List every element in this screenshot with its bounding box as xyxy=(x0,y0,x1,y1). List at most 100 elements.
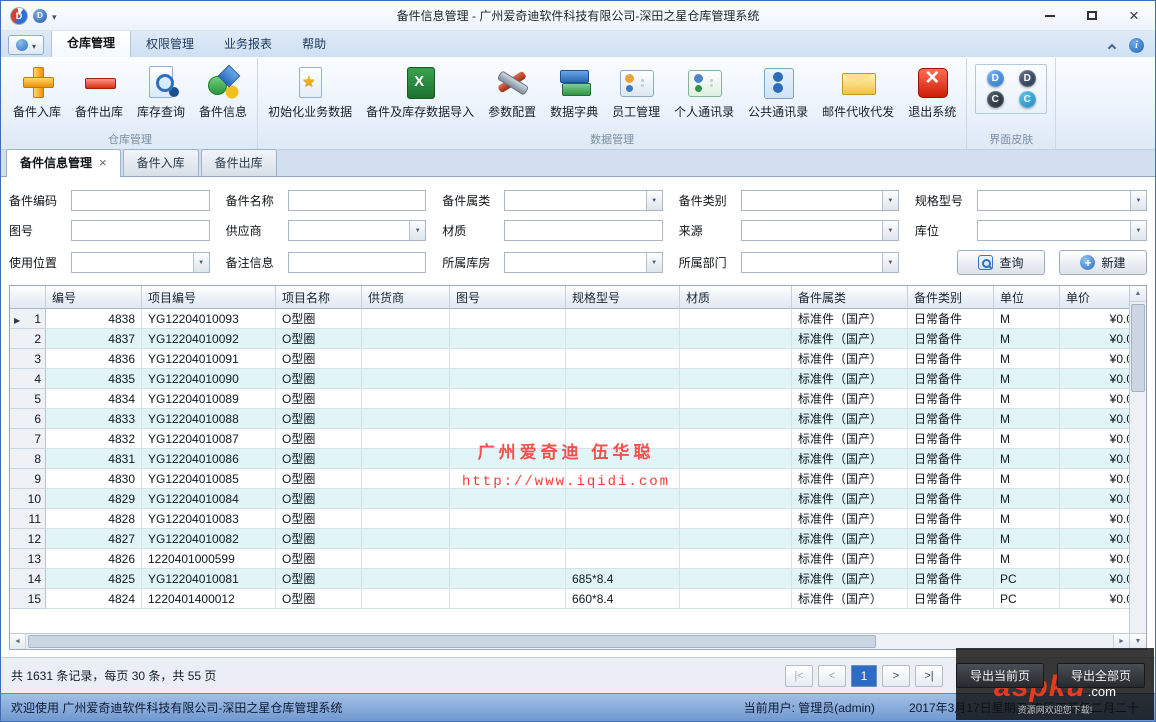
grid-cell-category[interactable]: 标准件（国产） xyxy=(792,429,908,449)
grid-cell-price[interactable]: ¥0.0 xyxy=(1060,389,1129,409)
grid-cell-id[interactable]: 4837 xyxy=(46,329,142,349)
stock-location-combobox[interactable] xyxy=(976,220,1147,241)
grid-cell-unit[interactable]: M xyxy=(994,429,1060,449)
grid-cell-supplier[interactable] xyxy=(362,409,450,429)
grid-cell-id[interactable]: 4829 xyxy=(46,489,142,509)
grid-cell-type[interactable]: 日常备件 xyxy=(908,369,994,389)
grid-cell-type[interactable]: 日常备件 xyxy=(908,549,994,569)
grid-cell-unit[interactable]: M xyxy=(994,509,1060,529)
grid-cell-id[interactable]: 4833 xyxy=(46,409,142,429)
grid-cell-category[interactable]: 标准件（国产） xyxy=(792,369,908,389)
horizontal-scroll-track[interactable] xyxy=(26,634,1113,649)
grid-cell-supplier[interactable] xyxy=(362,429,450,449)
skin-blue-icon[interactable] xyxy=(986,70,1004,87)
part-code-input[interactable] xyxy=(71,190,210,211)
grid-cell-unit[interactable]: M xyxy=(994,309,1060,329)
grid-cell-project-name[interactable]: O型圈 xyxy=(276,309,362,329)
grid-cell-unit[interactable]: PC xyxy=(994,569,1060,589)
grid-cell-drawing-no[interactable] xyxy=(450,589,566,609)
grid-cell-price[interactable]: ¥0.0 xyxy=(1060,349,1129,369)
grid-cell-type[interactable]: 日常备件 xyxy=(908,449,994,469)
grid-cell-unit[interactable]: M xyxy=(994,409,1060,429)
grid-cell-price[interactable]: ¥0.0 xyxy=(1060,469,1129,489)
grid-cell-spec-model[interactable] xyxy=(566,549,680,569)
grid-cell-id[interactable]: 4826 xyxy=(46,549,142,569)
table-row[interactable]: 14 4825 YG12204010081 O型圈 685*8.4 标准件（国产） 日常备件… xyxy=(10,569,1129,589)
grid-cell-unit[interactable]: M xyxy=(994,469,1060,489)
quick-access-caret-icon[interactable] xyxy=(52,9,57,23)
table-row[interactable]: 5 4834YG12204010089O型圈 标准件（国产）日常备件M¥0.0 xyxy=(10,389,1129,409)
grid-cell-type[interactable]: 日常备件 xyxy=(908,529,994,549)
grid-cell-id[interactable]: 4828 xyxy=(46,509,142,529)
last-page-button[interactable]: >| xyxy=(914,664,943,687)
parts-stock-import-button[interactable]: 备件及库存数据导入 xyxy=(359,61,481,122)
grid-cell-project-name[interactable]: O型圈 xyxy=(276,389,362,409)
grid-cell-material[interactable] xyxy=(680,349,792,369)
grid-cell-project-no[interactable]: YG12204010089 xyxy=(142,389,276,409)
ribbon-tab-permission[interactable]: 权限管理 xyxy=(131,31,209,57)
vertical-scrollbar[interactable] xyxy=(1129,286,1146,649)
grid-cell-price[interactable]: ¥0.0 xyxy=(1060,489,1129,509)
grid-cell-category[interactable]: 标准件（国产） xyxy=(792,509,908,529)
column-header-project-name[interactable]: 项目名称 xyxy=(276,286,362,309)
grid-cell-project-name[interactable]: O型圈 xyxy=(276,489,362,509)
grid-cell-project-no[interactable]: YG12204010086 xyxy=(142,449,276,469)
grid-cell-material[interactable] xyxy=(680,529,792,549)
grid-cell-type[interactable]: 日常备件 xyxy=(908,349,994,369)
grid-cell-project-no[interactable]: YG12204010090 xyxy=(142,369,276,389)
grid-cell-project-name[interactable]: O型圈 xyxy=(276,369,362,389)
create-button[interactable]: 新建 xyxy=(1059,250,1147,275)
chevron-down-icon[interactable] xyxy=(1130,221,1146,240)
grid-cell-spec-model[interactable] xyxy=(566,429,680,449)
table-row[interactable]: 12 4827YG12204010082O型圈 标准件（国产）日常备件M¥0.0 xyxy=(10,529,1129,549)
grid-cell-project-name[interactable]: O型圈 xyxy=(276,429,362,449)
grid-cell-category[interactable]: 标准件（国产） xyxy=(792,329,908,349)
grid-cell-category[interactable]: 标准件（国产） xyxy=(792,449,908,469)
part-type-combobox[interactable] xyxy=(740,190,899,211)
init-business-data-button[interactable]: 初始化业务数据 xyxy=(261,61,359,122)
grid-cell-spec-model[interactable] xyxy=(566,349,680,369)
grid-cell-type[interactable]: 日常备件 xyxy=(908,409,994,429)
first-page-button[interactable]: |< xyxy=(784,664,813,687)
grid-cell-unit[interactable]: M xyxy=(994,369,1060,389)
grid-cell-project-name[interactable]: O型圈 xyxy=(276,549,362,569)
scroll-left-icon[interactable] xyxy=(10,634,26,649)
warehouse-combo-input[interactable] xyxy=(505,253,646,272)
supplier-combo-input[interactable] xyxy=(288,221,410,240)
table-row[interactable]: 6 4833YG12204010088O型圈 标准件（国产）日常备件M¥0.0 xyxy=(10,409,1129,429)
table-row[interactable]: 1 4838YG12204010093O型圈 标准件（国产）日常备件M¥0.0 xyxy=(10,309,1129,329)
grid-cell-project-name[interactable]: O型圈 xyxy=(276,589,362,609)
chevron-down-icon[interactable] xyxy=(881,253,898,272)
grid-cell-price[interactable]: ¥0.0 xyxy=(1060,569,1129,589)
grid-cell-price[interactable]: ¥0.0 xyxy=(1060,309,1129,329)
supplier-combobox[interactable] xyxy=(287,220,427,241)
grid-cell-project-no[interactable]: YG12204010091 xyxy=(142,349,276,369)
grid-cell-supplier[interactable] xyxy=(362,389,450,409)
grid-cell-material[interactable] xyxy=(680,329,792,349)
column-header-id[interactable]: 编号 xyxy=(46,286,142,309)
grid-cell-category[interactable]: 标准件（国产） xyxy=(792,529,908,549)
horizontal-scroll-thumb[interactable] xyxy=(28,635,876,648)
grid-cell-drawing-no[interactable] xyxy=(450,429,566,449)
column-header-category[interactable]: 备件属类 xyxy=(792,286,908,309)
grid-cell-supplier[interactable] xyxy=(362,569,450,589)
app-menu-button[interactable] xyxy=(8,35,45,55)
grid-cell-drawing-no[interactable] xyxy=(450,449,566,469)
table-row[interactable]: 11 4828YG12204010083O型圈 标准件（国产）日常备件M¥0.0 xyxy=(10,509,1129,529)
grid-cell-type[interactable]: 日常备件 xyxy=(908,509,994,529)
vertical-scroll-track[interactable] xyxy=(1130,302,1146,633)
grid-cell-drawing-no[interactable] xyxy=(450,309,566,329)
grid-cell-project-name[interactable]: O型圈 xyxy=(276,449,362,469)
table-row[interactable]: 3 4836YG12204010091O型圈 标准件（国产）日常备件M¥0.0 xyxy=(10,349,1129,369)
grid-cell-supplier[interactable] xyxy=(362,329,450,349)
table-row[interactable]: 13 48261220401000599O型圈 标准件（国产）日常备件M¥0.0 xyxy=(10,549,1129,569)
stock-location-combo-input[interactable] xyxy=(977,221,1130,240)
grid-cell-supplier[interactable] xyxy=(362,489,450,509)
grid-cell-spec-model[interactable] xyxy=(566,409,680,429)
grid-cell-project-no[interactable]: YG12204010093 xyxy=(142,309,276,329)
grid-cell-material[interactable] xyxy=(680,489,792,509)
part-category-combobox[interactable] xyxy=(504,190,663,211)
collapse-ribbon-button[interactable] xyxy=(1103,38,1121,54)
grid-cell-unit[interactable]: M xyxy=(994,549,1060,569)
scroll-down-icon[interactable] xyxy=(1130,633,1146,649)
